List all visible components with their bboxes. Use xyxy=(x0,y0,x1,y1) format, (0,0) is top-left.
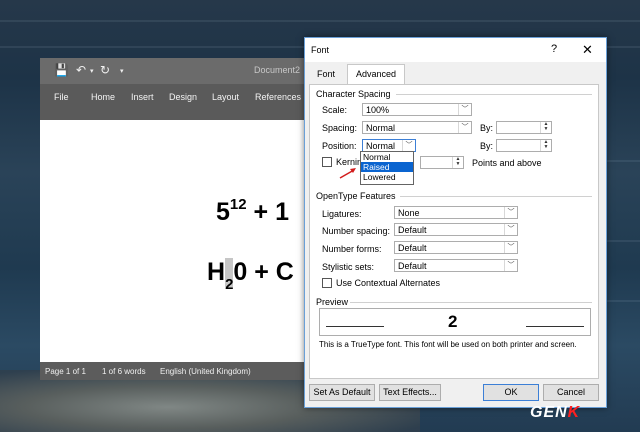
text-effects-button[interactable]: Text Effects... xyxy=(379,384,441,401)
preview-heading: Preview xyxy=(316,297,349,307)
opentype-heading: OpenType Features xyxy=(316,191,396,201)
preview-baseline-right xyxy=(526,326,584,327)
spacing-by-label: By: xyxy=(480,123,494,133)
number-spacing-label: Number spacing: xyxy=(322,226,391,236)
ligatures-value: None xyxy=(398,208,420,218)
chevron-down-icon[interactable]: ﹀ xyxy=(504,224,517,235)
position-label: Position: xyxy=(322,141,357,151)
redo-icon[interactable]: ↻ xyxy=(100,63,110,77)
tab-advanced[interactable]: Advanced xyxy=(347,64,405,84)
number-spacing-dropdown[interactable]: Default ﹀ xyxy=(394,223,518,236)
watermark-logo: GENK xyxy=(530,404,581,421)
divider xyxy=(400,196,592,197)
equation-subscript: 2 xyxy=(225,276,234,293)
character-spacing-heading: Character Spacing xyxy=(316,89,391,99)
set-as-default-button[interactable]: Set As Default xyxy=(309,384,375,401)
close-button[interactable]: ✕ xyxy=(582,42,593,58)
ligatures-label: Ligatures: xyxy=(322,209,362,219)
scale-dropdown[interactable]: 100% ﹀ xyxy=(362,103,472,116)
chevron-down-icon[interactable]: ﹀ xyxy=(458,104,471,115)
spacing-dropdown[interactable]: Normal ﹀ xyxy=(362,121,472,134)
word-titlebar: 💾 ↶ ▾ ↻ ▾ Document2 xyxy=(40,58,310,84)
tab-home[interactable]: Home xyxy=(91,92,115,102)
equation-superscript: 12 xyxy=(229,196,247,213)
tab-design[interactable]: Design xyxy=(169,92,197,102)
option-lowered[interactable]: Lowered xyxy=(361,172,413,182)
document-page[interactable]: 512 + 1 H20 + C xyxy=(40,120,310,350)
language[interactable]: English (United Kingdom) xyxy=(160,367,251,376)
customize-toolbar-icon[interactable]: ▾ xyxy=(120,67,124,75)
chevron-down-icon[interactable]: ﹀ xyxy=(504,260,517,271)
position-options-list: Normal Raised Lowered xyxy=(360,151,414,185)
preview-baseline-left xyxy=(326,326,384,327)
equation-power: 512 + 1 xyxy=(216,196,289,227)
dialog-title: Font xyxy=(311,45,330,55)
divider xyxy=(350,302,592,303)
chevron-down-icon[interactable]: ﹀ xyxy=(504,242,517,253)
divider xyxy=(396,94,592,95)
chevron-down-icon[interactable]: ﹀ xyxy=(458,122,471,133)
kerning-points-input[interactable]: ▲ ▼ xyxy=(420,156,464,169)
number-forms-dropdown[interactable]: Default ﹀ xyxy=(394,241,518,254)
option-raised[interactable]: Raised xyxy=(361,162,413,172)
spinner-icon[interactable]: ▲ ▼ xyxy=(540,122,551,133)
equation-rest-2: 0 + C xyxy=(233,258,294,286)
tab-font[interactable]: Font xyxy=(313,66,345,83)
number-forms-value: Default xyxy=(398,243,427,253)
spacing-value: Normal xyxy=(366,123,396,133)
stylistic-sets-label: Stylistic sets: xyxy=(322,262,375,272)
tab-file[interactable]: File xyxy=(54,92,69,102)
spinner-icon[interactable]: ▲ ▼ xyxy=(540,140,551,151)
spinner-icon[interactable]: ▲ ▼ xyxy=(452,157,463,168)
kerning-checkbox[interactable] xyxy=(322,157,332,167)
equation-base: 5 xyxy=(216,198,230,226)
spacing-label: Spacing: xyxy=(322,123,358,133)
tab-insert[interactable]: Insert xyxy=(131,92,154,102)
ribbon: File Home Insert Design Layout Reference… xyxy=(40,84,310,120)
option-normal[interactable]: Normal xyxy=(361,152,413,162)
ok-button[interactable]: OK xyxy=(483,384,539,401)
equation-h: H xyxy=(207,258,226,286)
red-arrow-icon xyxy=(339,168,356,179)
contextual-alternates-checkbox[interactable] xyxy=(322,278,332,288)
number-spacing-value: Default xyxy=(398,225,427,235)
position-value: Normal xyxy=(366,141,396,151)
preview-box: 2 xyxy=(319,308,591,336)
preview-sample: 2 xyxy=(448,312,458,331)
document-title: Document2 xyxy=(254,65,301,75)
undo-icon[interactable]: ↶ xyxy=(76,63,86,77)
equation-rest: + 1 xyxy=(246,198,289,226)
help-button[interactable]: ? xyxy=(551,43,557,55)
scale-label: Scale: xyxy=(322,105,348,115)
position-by-input[interactable]: ▲ ▼ xyxy=(496,139,552,152)
cancel-button[interactable]: Cancel xyxy=(543,384,599,401)
chevron-down-icon[interactable]: ﹀ xyxy=(504,207,517,218)
contextual-alternates-label: Use Contextual Alternates xyxy=(336,278,441,288)
ligatures-dropdown[interactable]: None ﹀ xyxy=(394,206,518,219)
tab-layout[interactable]: Layout xyxy=(212,92,239,102)
stylistic-sets-value: Default xyxy=(398,261,427,271)
stylistic-sets-dropdown[interactable]: Default ﹀ xyxy=(394,259,518,272)
position-by-label: By: xyxy=(480,141,494,151)
save-icon[interactable]: 💾 xyxy=(54,63,69,77)
scale-value: 100% xyxy=(366,105,390,115)
number-forms-label: Number forms: xyxy=(322,244,382,254)
font-dialog: Font ? ✕ Font Advanced Character Spacing… xyxy=(304,37,607,408)
chevron-down-icon[interactable]: ▾ xyxy=(90,67,94,75)
word-count[interactable]: 1 of 6 words xyxy=(102,367,146,376)
equation-water: H20 + C xyxy=(207,258,294,293)
page-count[interactable]: Page 1 of 1 xyxy=(45,367,86,376)
status-bar: Page 1 of 1 1 of 6 words English (United… xyxy=(40,362,310,380)
tab-references[interactable]: References xyxy=(255,92,301,102)
spacing-by-input[interactable]: ▲ ▼ xyxy=(496,121,552,134)
points-label: Points and above xyxy=(472,158,542,168)
word-window: 💾 ↶ ▾ ↻ ▾ Document2 File Home Insert Des… xyxy=(40,58,310,380)
chevron-down-icon[interactable]: ﹀ xyxy=(402,140,415,151)
preview-note: This is a TrueType font. This font will … xyxy=(319,340,577,349)
dialog-titlebar[interactable]: Font ? ✕ xyxy=(305,38,606,62)
